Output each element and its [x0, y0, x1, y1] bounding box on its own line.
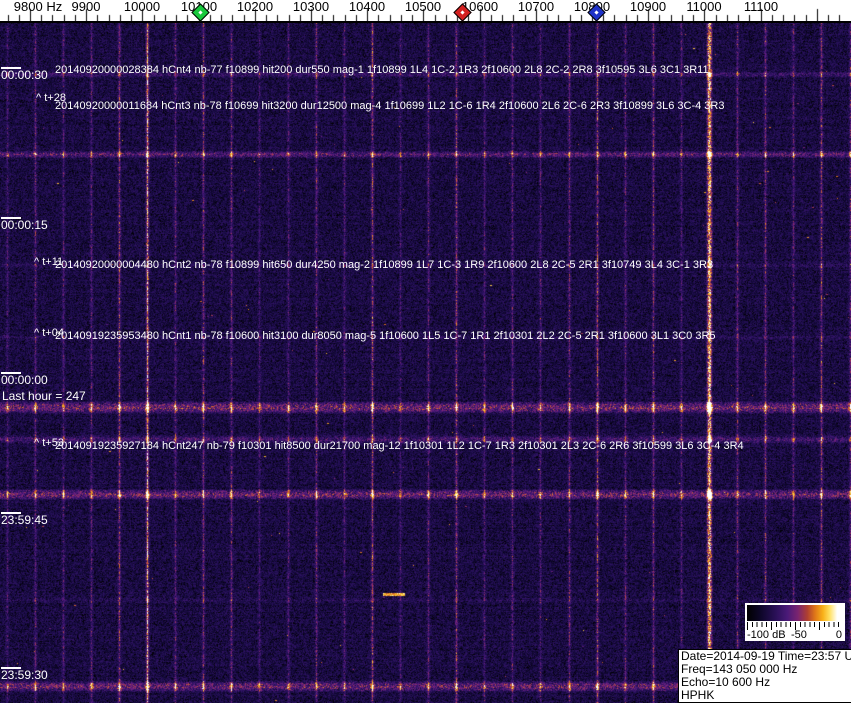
marker-center-dot	[594, 10, 598, 14]
frequency-label: 11000	[686, 0, 721, 13]
spectrogram-app-window: 9800 Hz990010000101001020010300104001050…	[0, 0, 851, 703]
db-scale-legend: -100 dB -50 0	[745, 603, 845, 641]
frequency-label: 10700	[518, 0, 554, 13]
marker-center-dot	[198, 10, 202, 14]
frequency-ruler[interactable]: 9800 Hz990010000101001020010300104001050…	[0, 0, 851, 23]
frequency-label: 10000	[124, 0, 160, 13]
frequency-label: 11100	[744, 0, 778, 13]
db-gradient-bar	[747, 605, 843, 621]
spectrogram-display[interactable]	[0, 23, 851, 703]
frequency-label: 10200	[237, 0, 273, 13]
db-label-min: -100 dB	[747, 629, 786, 641]
frequency-label: 10500	[405, 0, 441, 13]
frequency-label: 10400	[349, 0, 385, 13]
db-label-mid: -50	[791, 629, 807, 641]
info-station-id: HPHK	[681, 689, 851, 702]
marker-center-dot	[460, 10, 464, 14]
frequency-label: 9900	[72, 0, 101, 13]
db-scale-labels: -100 dB -50 0	[747, 629, 843, 641]
db-label-max: 0	[836, 629, 842, 641]
frequency-label: 10900	[630, 0, 666, 13]
frequency-label: 9800 Hz	[14, 0, 62, 13]
frequency-label: 10300	[293, 0, 329, 13]
status-info-box: Date=2014-09-19 Time=23:57 UTC Freq=143 …	[678, 649, 851, 703]
